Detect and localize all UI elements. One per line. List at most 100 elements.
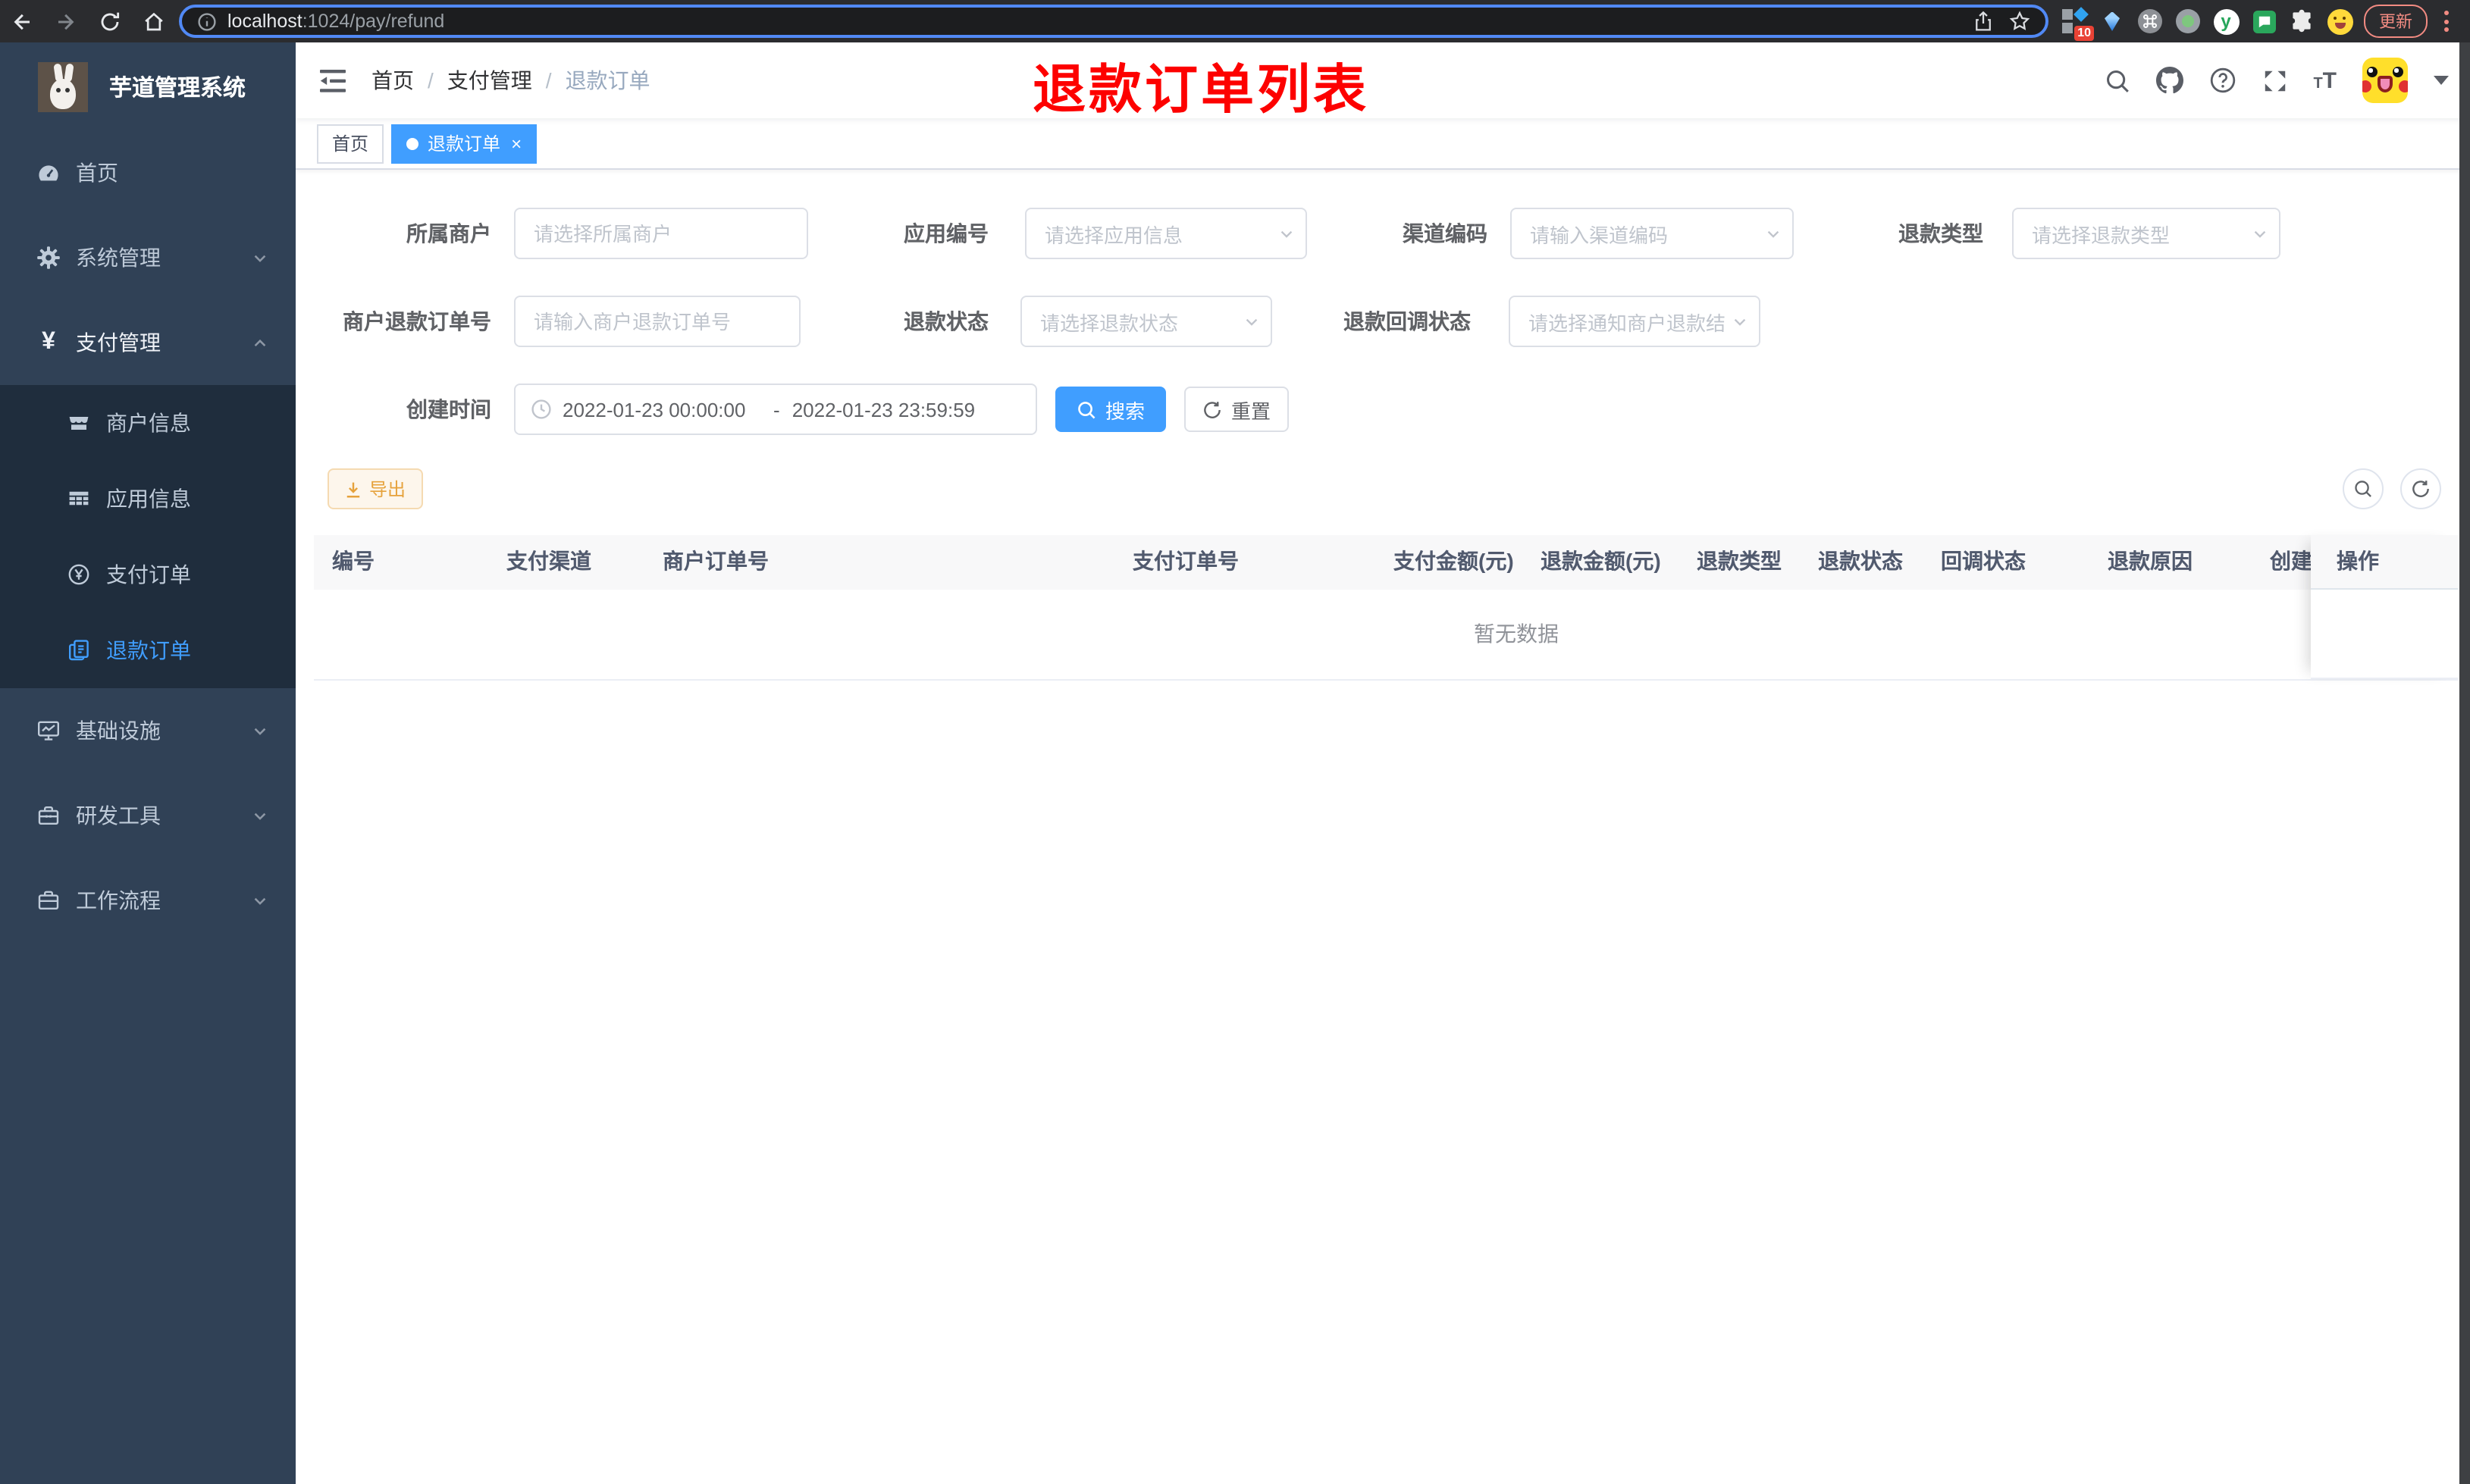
browser-reload-button[interactable] <box>88 0 132 42</box>
merchant-refund-no-label: 商户退款订单号 <box>343 309 491 333</box>
shop-icon <box>65 411 92 435</box>
sidebar-item-label: 商户信息 <box>106 411 191 435</box>
search-button[interactable]: 搜索 <box>1055 387 1166 432</box>
main-area: 首页 / 支付管理 / 退款订单 TT 首页 退款订单 × 所属商户 请选择所属… <box>296 42 2470 1484</box>
browser-forward-button[interactable] <box>44 0 88 42</box>
window-edge-scrollbar <box>2459 42 2470 1484</box>
date-end-value[interactable]: 2022-01-23 23:59:59 <box>792 398 991 421</box>
sidebar-item-home[interactable]: 首页 <box>0 130 296 215</box>
browser-back-button[interactable] <box>0 0 44 42</box>
record-extension-icon[interactable] <box>2174 8 2202 35</box>
sidebar-item-app-info[interactable]: 应用信息 <box>0 461 296 537</box>
app-select[interactable]: 请选择应用信息 <box>1025 208 1307 259</box>
notify-status-select[interactable]: 请选择通知商户退款结果 <box>1509 296 1760 347</box>
channel-select[interactable]: 请输入渠道编码 <box>1510 208 1794 259</box>
sidebar-item-refund-order[interactable]: 退款订单 <box>0 612 296 688</box>
tab-close-icon[interactable]: × <box>511 134 522 152</box>
sidebar-item-label: 首页 <box>76 161 118 185</box>
select-chevron-down-icon <box>1732 314 1748 330</box>
extensions-grid-icon[interactable]: 10 <box>2061 7 2094 41</box>
table-header: 编号 支付渠道 商户订单号 支付订单号 支付金额(元) 退款金额(元) 退款类型… <box>314 535 2458 591</box>
sidebar-item-system[interactable]: 系统管理 <box>0 215 296 300</box>
avatar[interactable] <box>2362 58 2408 103</box>
header-search-icon[interactable] <box>2104 67 2130 93</box>
notify-status-label: 退款回调状态 <box>1343 309 1471 333</box>
browser-update-button[interactable]: 更新 <box>2364 5 2428 38</box>
top-navbar: 首页 / 支付管理 / 退款订单 TT <box>296 42 2470 118</box>
document-copy-icon <box>65 638 92 662</box>
github-icon[interactable] <box>2155 67 2183 94</box>
payment-submenu: 商户信息 应用信息 支付订单 退款订单 <box>0 385 296 688</box>
sidebar-item-merchant-info[interactable]: 商户信息 <box>0 385 296 461</box>
url-text[interactable]: localhost:1024/pay/refund <box>227 11 1958 32</box>
sidebar-item-label: 基础设施 <box>76 719 161 743</box>
refund-status-select[interactable]: 请选择退款状态 <box>1020 296 1272 347</box>
sidebar-item-label: 工作流程 <box>76 888 161 913</box>
gem-extension-icon[interactable] <box>2099 8 2126 35</box>
column-header: 退款状态 <box>1818 549 1903 573</box>
font-size-icon[interactable]: TT <box>2313 69 2337 92</box>
bookmark-star-icon[interactable] <box>2009 11 2030 32</box>
chat-extension-icon[interactable] <box>2250 8 2277 35</box>
breadcrumb-home[interactable]: 首页 <box>371 65 414 95</box>
export-button[interactable]: 导出 <box>328 468 423 509</box>
column-header-actions: 操作 <box>2311 535 2458 590</box>
sidebar-item-infrastructure[interactable]: 基础设施 <box>0 688 296 773</box>
column-header: 回调状态 <box>1941 549 2026 573</box>
breadcrumb-payment[interactable]: 支付管理 <box>447 65 532 95</box>
emoji-extension-icon[interactable] <box>2326 8 2353 35</box>
sidebar-collapse-icon[interactable] <box>320 69 346 92</box>
table-fixed-right-column: 操作 <box>2311 535 2458 679</box>
show-search-toggle-button[interactable] <box>2343 468 2384 509</box>
sidebar-item-payment[interactable]: ¥ 支付管理 <box>0 300 296 385</box>
refund-type-select[interactable]: 请选择退款类型 <box>2012 208 2280 259</box>
navbar-actions: TT <box>2104 58 2470 103</box>
share-icon[interactable] <box>1973 11 1994 32</box>
tags-view-bar: 首页 退款订单 × <box>296 118 2470 170</box>
tab-home[interactable]: 首页 <box>317 124 384 163</box>
select-chevron-down-icon <box>1243 314 1260 330</box>
yen-icon: ¥ <box>42 329 55 355</box>
sidebar-item-payment-order[interactable]: 支付订单 <box>0 537 296 612</box>
reset-button[interactable]: 重置 <box>1184 387 1289 432</box>
merchant-input[interactable] <box>514 208 808 259</box>
column-header: 支付订单号 <box>1133 549 1239 573</box>
sidebar: 芋道管理系统 首页 系统管理 ¥ 支付管理 商户信息 应用信息 支付订单 退款订… <box>0 42 296 1484</box>
tab-refund-order[interactable]: 退款订单 × <box>391 124 538 163</box>
refund-status-label: 退款状态 <box>904 309 989 333</box>
sidebar-item-dev-tools[interactable]: 研发工具 <box>0 773 296 858</box>
help-icon[interactable] <box>2208 67 2236 94</box>
breadcrumb: 首页 / 支付管理 / 退款订单 <box>371 65 650 95</box>
avatar-caret-down-icon[interactable] <box>2434 76 2449 85</box>
y-extension-icon[interactable]: y <box>2212 8 2240 35</box>
active-tab-dot <box>406 137 419 149</box>
sidebar-item-workflow[interactable]: 工作流程 <box>0 858 296 943</box>
browser-menu-icon[interactable] <box>2438 11 2455 32</box>
logo-image <box>38 61 88 111</box>
browser-home-button[interactable] <box>132 0 176 42</box>
gear-icon <box>35 246 62 270</box>
date-start-value[interactable]: 2022-01-23 00:00:00 <box>563 398 761 421</box>
breadcrumb-separator: / <box>545 68 552 92</box>
merchant-label: 所属商户 <box>406 221 491 246</box>
refresh-table-button[interactable] <box>2400 468 2441 509</box>
select-chevron-down-icon <box>1765 226 1782 243</box>
refund-type-label: 退款类型 <box>1898 221 1983 246</box>
channel-label: 渠道编码 <box>1403 221 1487 246</box>
puzzle-extensions-icon[interactable] <box>2288 8 2315 35</box>
page-content: 所属商户 应用编号 请选择应用信息 渠道编码 请输入渠道编码 退款类型 请选择退… <box>296 170 2470 1484</box>
empty-state-text: 暂无数据 <box>1474 621 1559 646</box>
column-header: 退款金额(元) <box>1541 549 1661 573</box>
date-separator: - <box>773 398 780 421</box>
sidebar-item-label: 系统管理 <box>76 246 161 270</box>
fullscreen-icon[interactable] <box>2262 67 2287 93</box>
command-extension-icon[interactable] <box>2136 8 2164 35</box>
merchant-refund-no-input[interactable] <box>514 296 801 347</box>
dashboard-icon <box>35 161 62 185</box>
address-bar[interactable]: localhost:1024/pay/refund <box>179 5 2048 38</box>
breadcrumb-separator: / <box>428 68 434 92</box>
annotation-title: 退款订单列表 <box>1033 61 1370 120</box>
create-time-range-picker[interactable]: 2022-01-23 00:00:00 - 2022-01-23 23:59:5… <box>514 384 1037 435</box>
site-info-icon[interactable] <box>197 11 217 31</box>
app-label: 应用编号 <box>904 221 989 246</box>
